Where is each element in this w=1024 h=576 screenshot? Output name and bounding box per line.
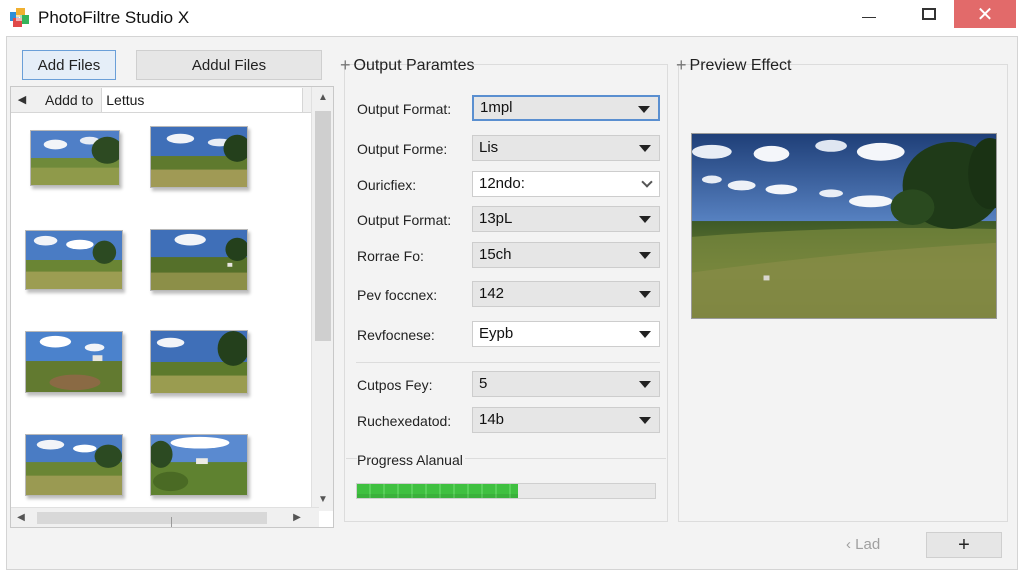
title-bar: PhotoFiltre Studio X ✕ [0,0,1024,36]
output-format-select[interactable]: 1mpl [472,95,660,121]
close-icon: ✕ [976,3,994,26]
cutpos-fey-select[interactable]: 5 [472,371,660,397]
dropdown-caret-icon [638,106,650,113]
preview-image [691,133,997,319]
row-label-3: Ouricfiex: [357,177,417,193]
photo-thumbnail-2[interactable] [150,126,248,188]
progress-fill [357,484,518,498]
ruchexedatod-select[interactable]: 14b [472,407,660,433]
row-label-6: Pev foccnex: [357,287,438,303]
photo-thumbnail-5[interactable] [25,331,123,393]
close-button[interactable]: ✕ [954,0,1016,28]
pev-foccnex-select[interactable]: 142 [472,281,660,307]
maximize-button[interactable] [906,0,952,28]
output-forme-select[interactable]: Lis [472,135,660,161]
expand-plus-icon[interactable]: + [676,55,687,76]
chevron-down-icon [641,176,653,188]
scroll-up-icon[interactable]: ▲ [312,87,334,109]
ouricfiex-select[interactable]: 12ndo: [472,171,660,197]
photo-thumbnail-3[interactable] [25,230,123,290]
progress-bar [356,483,656,499]
minimize-icon [862,16,876,18]
scroll-left-icon[interactable]: ◀ [11,508,31,528]
scroll-thumb[interactable] [315,111,331,341]
row-label-1: Output Format: [357,101,452,117]
file-list-toolbar: ◀ Addd to Lettus [11,87,319,113]
dropdown-caret-icon [639,145,651,152]
dropdown-caret-icon [639,291,651,298]
rorrae-fo-select[interactable]: 15ch [472,242,660,268]
row-label-4: Output Format: [357,212,452,228]
dropdown-caret-icon [639,331,651,338]
row-label-5: Rorrae Fo: [357,248,424,264]
maximize-icon [922,8,936,20]
photo-thumbnail-4[interactable] [150,229,248,291]
dropdown-caret-icon [639,381,651,388]
app-logo-icon [10,8,29,27]
dropdown-caret-icon [639,216,651,223]
horizontal-scroll-thumb[interactable] [37,512,267,527]
preview-effect-title: + Preview Effect [676,55,792,76]
row-label-8: Cutpos Fey: [357,377,433,393]
photo-thumbnail-6[interactable] [150,330,248,394]
expand-plus-icon[interactable]: + [340,55,351,76]
back-link[interactable]: ‹ Lad [846,536,880,553]
photo-thumbnail-1[interactable] [30,130,120,186]
row-label-9: Ruchexedatod: [357,413,452,429]
minimize-button[interactable] [846,0,892,28]
output-format-2-select[interactable]: 13pL [472,206,660,232]
dropdown-caret-icon [639,252,651,259]
row-label-2: Output Forme: [357,141,448,157]
add-files-secondary-button[interactable]: Addul Files [136,50,322,80]
revfocnese-select[interactable]: Eypb [472,321,660,347]
progress-label: Progress Alanual [357,452,465,468]
add-files-button[interactable]: Add Files [22,50,116,80]
output-parameters-title: + Output Paramtes [340,55,475,76]
chevron-left-icon[interactable]: ◀ [11,93,33,106]
add-button[interactable]: + [926,532,1002,558]
horizontal-scrollbar[interactable]: ◀ ▶ [11,507,319,527]
row-label-7: Revfocnese: [357,327,435,343]
add-to-label: Addd to [45,91,94,108]
vertical-scrollbar[interactable]: ▲ ▼ [311,87,333,511]
folder-field[interactable]: Lettus [101,87,303,112]
dropdown-caret-icon [639,417,651,424]
photo-thumbnail-8[interactable] [150,434,248,496]
photo-thumbnail-7[interactable] [25,434,123,496]
section-divider [356,362,660,363]
window-title: PhotoFiltre Studio X [38,8,190,27]
scroll-right-icon[interactable]: ▶ [287,508,307,528]
